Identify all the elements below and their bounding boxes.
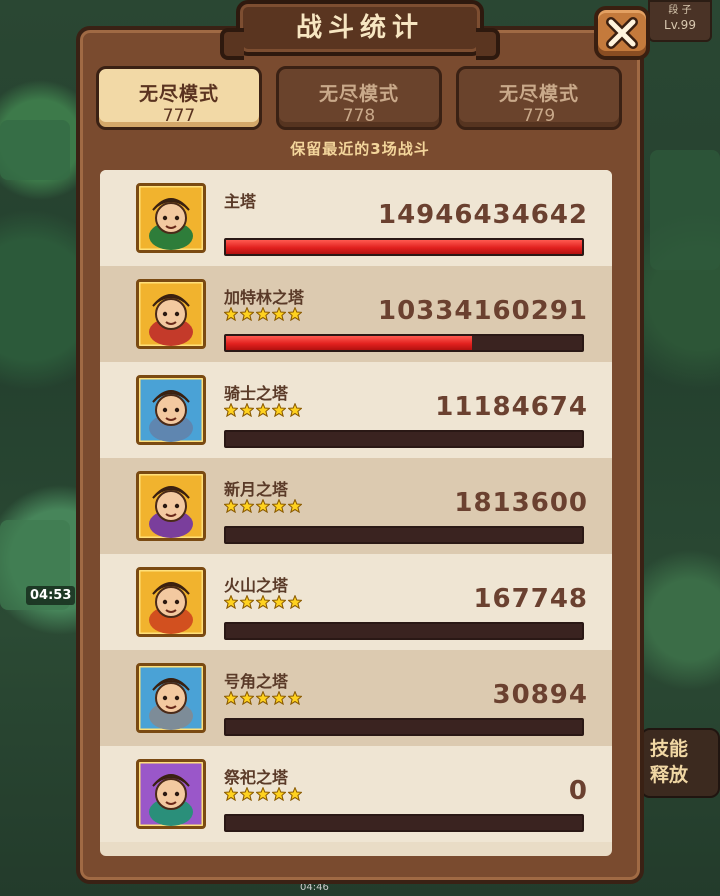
star-icon bbox=[255, 786, 271, 802]
close-icon bbox=[606, 17, 638, 49]
skill-release-button[interactable]: 技能 释放 bbox=[640, 728, 720, 798]
star-icon bbox=[239, 402, 255, 418]
star-icon bbox=[255, 306, 271, 322]
damage-bar bbox=[224, 526, 584, 544]
damage-value: 167748 bbox=[473, 584, 588, 614]
tab-endless-3[interactable]: 无尽模式 779 bbox=[456, 66, 622, 130]
star-icon bbox=[271, 498, 287, 514]
star-icon bbox=[223, 306, 239, 322]
star-icon bbox=[223, 594, 239, 610]
damage-bar-fill bbox=[226, 336, 472, 350]
tower-name: 加特林之塔 bbox=[224, 288, 305, 307]
tower-row: 骑士之塔 11184674 bbox=[100, 362, 612, 458]
star-icon bbox=[223, 498, 239, 514]
star-icon bbox=[271, 402, 287, 418]
star-icon bbox=[239, 498, 255, 514]
tab-mode-label: 无尽模式 bbox=[138, 83, 219, 105]
tower-row: 祭祀之塔 0 bbox=[100, 746, 612, 842]
player-level-badge: 段 子 Lv.99 bbox=[648, 0, 712, 42]
star-icon bbox=[271, 690, 287, 706]
star-icon bbox=[223, 786, 239, 802]
star-icon bbox=[287, 306, 303, 322]
horn-viking-icon[interactable] bbox=[136, 663, 206, 733]
tower-name: 骑士之塔 bbox=[224, 384, 289, 403]
star-icon bbox=[239, 690, 255, 706]
damage-bar bbox=[224, 430, 584, 448]
tower-name: 主塔 bbox=[224, 192, 257, 211]
star-icon bbox=[239, 306, 255, 322]
tab-battle-number: 778 bbox=[342, 106, 376, 126]
tower-name: 新月之塔 bbox=[224, 480, 289, 499]
star-rating bbox=[223, 594, 303, 610]
star-rating bbox=[223, 402, 303, 418]
star-icon bbox=[271, 594, 287, 610]
panel-title: 战斗统计 bbox=[220, 0, 500, 60]
damage-bar bbox=[224, 814, 584, 832]
star-icon bbox=[287, 402, 303, 418]
star-rating bbox=[223, 306, 303, 322]
background-timer: 04:53 bbox=[26, 586, 76, 605]
tab-endless-2[interactable]: 无尽模式 778 bbox=[276, 66, 442, 130]
star-icon bbox=[239, 594, 255, 610]
star-rating bbox=[223, 786, 303, 802]
star-icon bbox=[287, 690, 303, 706]
star-rating bbox=[223, 690, 303, 706]
damage-bar bbox=[224, 718, 584, 736]
damage-value: 14946434642 bbox=[378, 200, 588, 230]
star-icon bbox=[223, 402, 239, 418]
tower-name: 号角之塔 bbox=[224, 672, 289, 691]
star-icon bbox=[271, 786, 287, 802]
star-icon bbox=[255, 402, 271, 418]
tower-row: 加特林之塔 10334160291 bbox=[100, 266, 612, 362]
tab-endless-1[interactable]: 无尽模式 777 bbox=[96, 66, 262, 130]
damage-value: 0 bbox=[568, 776, 588, 806]
star-icon bbox=[255, 498, 271, 514]
recent-battles-note: 保留最近的3场战斗 bbox=[290, 140, 430, 158]
crescent-mage-icon[interactable] bbox=[136, 471, 206, 541]
damage-value: 10334160291 bbox=[378, 296, 588, 326]
damage-value: 1813600 bbox=[454, 488, 588, 518]
damage-bar-fill bbox=[226, 240, 582, 254]
tower-row: 主塔 14946434642 bbox=[100, 170, 612, 266]
tab-battle-number: 779 bbox=[522, 106, 556, 126]
damage-value: 11184674 bbox=[435, 392, 588, 422]
gatling-hero-icon[interactable] bbox=[136, 279, 206, 349]
star-icon bbox=[271, 306, 287, 322]
damage-value: 30894 bbox=[492, 680, 588, 710]
damage-bar bbox=[224, 622, 584, 640]
tribal-shaman-icon[interactable] bbox=[136, 759, 206, 829]
tab-mode-label: 无尽模式 bbox=[498, 83, 579, 105]
star-icon bbox=[223, 690, 239, 706]
volcano-demon-icon[interactable] bbox=[136, 567, 206, 637]
tower-name: 祭祀之塔 bbox=[224, 768, 289, 787]
tower-name: 火山之塔 bbox=[224, 576, 289, 595]
star-icon bbox=[287, 498, 303, 514]
tower-row: 新月之塔 1813600 bbox=[100, 458, 612, 554]
archer-hero-icon[interactable] bbox=[136, 183, 206, 253]
star-icon bbox=[287, 594, 303, 610]
tab-battle-number: 777 bbox=[162, 106, 196, 126]
close-button[interactable] bbox=[594, 6, 650, 60]
tab-mode-label: 无尽模式 bbox=[318, 83, 399, 105]
star-icon bbox=[239, 786, 255, 802]
star-icon bbox=[255, 690, 271, 706]
star-icon bbox=[255, 594, 271, 610]
tower-row: 火山之塔 167748 bbox=[100, 554, 612, 650]
knight-hero-icon[interactable] bbox=[136, 375, 206, 445]
damage-bar bbox=[224, 238, 584, 256]
tower-damage-list[interactable]: 主塔 14946434642 加特林之塔 10334160291 骑士之塔 11184… bbox=[100, 170, 612, 856]
star-rating bbox=[223, 498, 303, 514]
star-icon bbox=[287, 786, 303, 802]
skill-release-label: 技能 释放 bbox=[650, 738, 689, 786]
tower-row: 号角之塔 30894 bbox=[100, 650, 612, 746]
damage-bar bbox=[224, 334, 584, 352]
